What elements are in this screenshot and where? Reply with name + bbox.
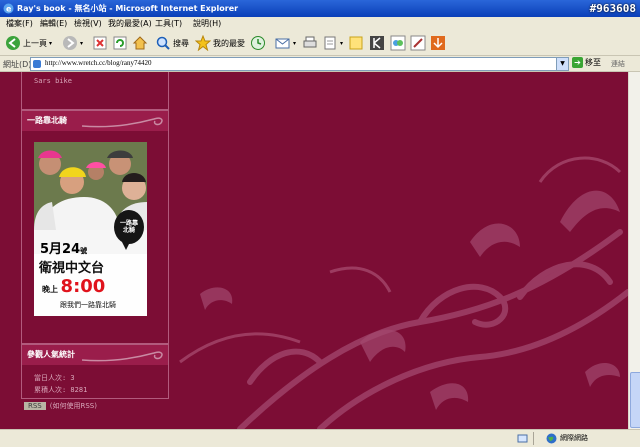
visitors-box-title: 參觀人氣統計 bbox=[22, 345, 168, 365]
ride-box: 一路靠北騎 一路靠北騎 5月24號 衛視中文台 晚上 8:00 跟我們一路靠北騎 bbox=[21, 110, 169, 344]
go-button[interactable]: ➔ 移至 bbox=[572, 57, 601, 68]
menu-help[interactable]: 說明(H) bbox=[193, 18, 221, 29]
toolbar: 上一頁 ▾ ▾ 搜尋 我的最愛 ▾ ▾ bbox=[0, 31, 640, 56]
visitors-today: 當日人次: 3 bbox=[34, 374, 75, 382]
chevron-down-icon: ▾ bbox=[293, 39, 297, 47]
links-label[interactable]: 連結 bbox=[611, 59, 625, 69]
star-icon bbox=[195, 35, 211, 51]
address-url[interactable]: http://www.wretch.cc/blog/rany74420 bbox=[45, 59, 151, 67]
stop-button[interactable] bbox=[92, 34, 108, 52]
back-label: 上一頁 bbox=[23, 38, 47, 48]
swirl-decoration-icon bbox=[82, 117, 163, 128]
svg-text:e: e bbox=[6, 5, 12, 14]
search-icon bbox=[156, 36, 170, 50]
ad-time-prefix: 晚上 bbox=[42, 285, 58, 294]
favorites-label: 我的最愛 bbox=[213, 38, 245, 48]
visitors-box: 參觀人氣統計 當日人次: 3 累積人次: 8281 bbox=[21, 344, 169, 399]
go-label: 移至 bbox=[585, 58, 601, 67]
back-button[interactable]: 上一頁 ▾ bbox=[5, 34, 52, 52]
rss-badge[interactable]: RSS bbox=[24, 402, 46, 410]
menu-view[interactable]: 檢視(V) bbox=[74, 18, 102, 29]
sars-bike-link[interactable]: Sars bike bbox=[34, 77, 72, 85]
refresh-icon bbox=[113, 36, 127, 50]
chevron-down-icon: ▾ bbox=[49, 39, 53, 47]
print-icon bbox=[303, 36, 317, 48]
tool-icon bbox=[410, 35, 426, 51]
ad-time: 晚上 8:00 bbox=[42, 276, 105, 297]
ad-date: 5月24號 bbox=[40, 238, 87, 257]
tv-show-ad[interactable]: 一路靠北騎 5月24號 衛視中文台 晚上 8:00 跟我們一路靠北騎 bbox=[34, 142, 147, 316]
download-button[interactable] bbox=[430, 34, 446, 52]
mail-icon bbox=[275, 38, 290, 49]
search-button[interactable]: 搜尋 bbox=[155, 34, 189, 52]
note-icon bbox=[349, 36, 363, 50]
address-bar: 網址(D) http://www.wretch.cc/blog/rany7442… bbox=[0, 56, 640, 72]
swirl-decoration-icon bbox=[82, 351, 163, 362]
edit-button[interactable]: ▾ bbox=[322, 34, 343, 52]
chevron-down-icon: ▾ bbox=[340, 39, 344, 47]
ad-time-value: 8:00 bbox=[60, 276, 106, 297]
previous-box: Sars bike bbox=[21, 72, 169, 110]
address-input[interactable]: http://www.wretch.cc/blog/rany74420 ▼ bbox=[30, 57, 569, 71]
print-button[interactable] bbox=[302, 34, 318, 52]
page-icon bbox=[33, 60, 41, 68]
ad-date-number: 5月24 bbox=[40, 242, 81, 257]
forward-button[interactable]: ▾ bbox=[62, 34, 83, 52]
ad-logo: 一路靠北騎 bbox=[120, 220, 139, 234]
forward-arrow-icon bbox=[63, 36, 77, 50]
edit-page-icon bbox=[324, 36, 336, 50]
history-button[interactable] bbox=[250, 34, 266, 52]
messenger-button[interactable] bbox=[390, 34, 406, 52]
home-icon bbox=[132, 36, 148, 50]
go-arrow-icon: ➔ bbox=[572, 57, 583, 68]
home-button[interactable] bbox=[132, 34, 148, 52]
page-content: Sars bike 一路靠北騎 一路靠北騎 5月24號 衛視中文台 晚上 8:0… bbox=[0, 72, 628, 429]
scroll-thumb[interactable] bbox=[630, 372, 640, 428]
title-bar: e Ray's book - 無名小站 - Microsoft Internet… bbox=[0, 0, 640, 17]
visitors-total: 累積人次: 8281 bbox=[34, 386, 88, 394]
menu-favorites[interactable]: 我的最愛(A) bbox=[108, 18, 152, 29]
status-divider bbox=[533, 432, 534, 445]
menu-edit[interactable]: 編輯(E) bbox=[40, 18, 67, 29]
ad-tagline: 跟我們一路靠北騎 bbox=[60, 301, 116, 309]
window-title: Ray's book - 無名小站 - Microsoft Internet E… bbox=[17, 4, 239, 13]
favorites-button[interactable]: 我的最愛 bbox=[195, 34, 245, 52]
image-tag: #963608 bbox=[589, 2, 636, 15]
address-label: 網址(D) bbox=[3, 60, 32, 69]
sidebar: Sars bike 一路靠北騎 一路靠北騎 5月24號 衛視中文台 晚上 8:0… bbox=[21, 72, 169, 429]
ad-date-suffix: 號 bbox=[80, 247, 88, 255]
popup-blocker-icon bbox=[517, 434, 528, 443]
menu-bar: 檔案(F) 編輯(E) 檢視(V) 我的最愛(A) 工具(T) 說明(H) bbox=[0, 17, 640, 32]
rss-row: RSS (如何使用RSS) bbox=[24, 401, 97, 411]
tool-k-button[interactable] bbox=[369, 34, 385, 52]
ie-icon: e bbox=[3, 3, 14, 14]
chevron-down-icon: ▾ bbox=[80, 39, 84, 47]
ad-channel: 衛視中文台 bbox=[39, 261, 105, 276]
tool-button[interactable] bbox=[410, 34, 426, 52]
status-zone: 網際網路 bbox=[560, 434, 588, 442]
messenger-icon bbox=[390, 35, 406, 51]
address-dropdown[interactable]: ▼ bbox=[556, 58, 568, 70]
back-arrow-icon bbox=[6, 36, 20, 50]
search-label: 搜尋 bbox=[173, 38, 189, 48]
ride-box-title: 一路靠北騎 bbox=[22, 111, 168, 131]
vertical-scrollbar[interactable] bbox=[628, 72, 640, 429]
download-icon bbox=[431, 36, 445, 50]
status-bar: 網際網路 bbox=[0, 429, 640, 447]
refresh-button[interactable] bbox=[112, 34, 128, 52]
rss-help-link[interactable]: (如何使用RSS) bbox=[50, 401, 97, 411]
mail-button[interactable]: ▾ bbox=[275, 34, 296, 52]
menu-tools[interactable]: 工具(T) bbox=[155, 18, 182, 29]
menu-file[interactable]: 檔案(F) bbox=[6, 18, 33, 29]
discuss-button[interactable] bbox=[348, 34, 364, 52]
history-icon bbox=[251, 36, 265, 50]
stop-icon bbox=[93, 36, 107, 50]
tool-k-icon bbox=[370, 36, 384, 50]
globe-icon bbox=[546, 433, 557, 444]
